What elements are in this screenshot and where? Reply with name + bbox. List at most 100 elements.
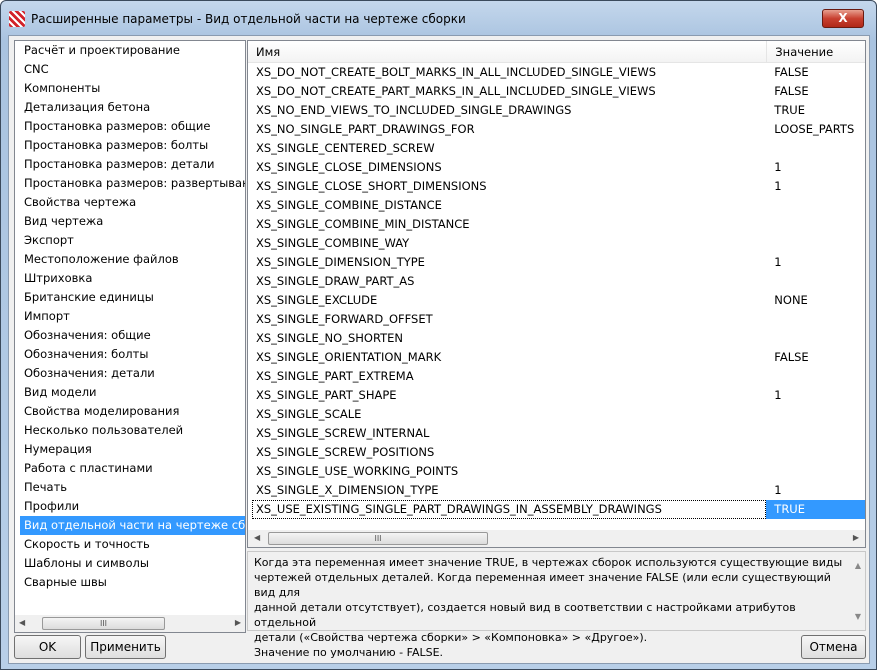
category-item[interactable]: Расчёт и проектирование: [15, 41, 245, 60]
row-value[interactable]: 1: [766, 481, 865, 500]
category-item[interactable]: Вид чертежа: [15, 212, 245, 231]
row-value[interactable]: 1: [766, 158, 865, 177]
row-value[interactable]: [766, 329, 865, 348]
apply-button[interactable]: Применить: [85, 635, 166, 659]
category-hscrollbar[interactable]: ◀ III ▶: [15, 615, 245, 632]
category-item[interactable]: Вид модели: [15, 383, 245, 402]
table-row[interactable]: XS_SINGLE_COMBINE_WAY: [252, 234, 865, 253]
table-row[interactable]: XS_SINGLE_EXCLUDE NONE: [252, 291, 865, 310]
scroll-left-icon[interactable]: ◀: [19, 618, 25, 627]
table-row[interactable]: XS_SINGLE_ORIENTATION_MARK FALSE: [252, 348, 865, 367]
table-row[interactable]: XS_NO_END_VIEWS_TO_INCLUDED_SINGLE_DRAWI…: [252, 101, 865, 120]
table-row[interactable]: XS_NO_SINGLE_PART_DRAWINGS_FOR LOOSE_PART…: [252, 120, 865, 139]
category-item[interactable]: Свойства моделирования: [15, 402, 245, 421]
table-row[interactable]: XS_SINGLE_CLOSE_DIMENSIONS 1: [252, 158, 865, 177]
row-value[interactable]: FALSE: [766, 63, 865, 82]
table-row[interactable]: XS_SINGLE_USE_WORKING_POINTS: [252, 462, 865, 481]
table-row[interactable]: XS_SINGLE_DIMENSION_TYPE 1: [252, 253, 865, 272]
dialog-window: Расширенные параметры - Вид отдельной ча…: [0, 0, 877, 670]
row-value[interactable]: LOOSE_PARTS: [766, 120, 865, 139]
row-name: XS_SINGLE_DRAW_PART_AS: [256, 274, 415, 288]
category-item[interactable]: Местоположение файлов: [15, 250, 245, 269]
table-row[interactable]: XS_SINGLE_COMBINE_MIN_DISTANCE: [252, 215, 865, 234]
column-header-value[interactable]: Значение: [766, 41, 865, 62]
table-row[interactable]: XS_SINGLE_X_DIMENSION_TYPE 1: [252, 481, 865, 500]
category-item[interactable]: Работа с пластинами: [15, 459, 245, 478]
app-icon: [9, 11, 25, 27]
category-item[interactable]: Несколько пользователей: [15, 421, 245, 440]
category-item[interactable]: Простановка размеров: общие: [15, 117, 245, 136]
category-item[interactable]: CNC: [15, 60, 245, 79]
scroll-up-icon[interactable]: ▲: [855, 558, 861, 573]
category-item[interactable]: Скорость и точность: [15, 535, 245, 554]
table-hscrollbar[interactable]: ◀ III ▶: [248, 530, 865, 547]
row-value[interactable]: TRUE: [766, 500, 865, 519]
scroll-thumb[interactable]: III: [42, 617, 165, 630]
scroll-down-icon[interactable]: ▼: [855, 609, 861, 624]
category-item[interactable]: Обозначения: болты: [15, 345, 245, 364]
column-header-name[interactable]: Имя: [248, 41, 766, 62]
table-row[interactable]: XS_SINGLE_DRAW_PART_AS: [252, 272, 865, 291]
category-item[interactable]: Штриховка: [15, 269, 245, 288]
row-value[interactable]: FALSE: [766, 82, 865, 101]
row-value[interactable]: [766, 405, 865, 424]
row-value[interactable]: [766, 443, 865, 462]
row-value[interactable]: [766, 234, 865, 253]
category-item[interactable]: Шаблоны и символы: [15, 554, 245, 573]
category-item[interactable]: Простановка размеров: болты: [15, 136, 245, 155]
row-value[interactable]: FALSE: [766, 348, 865, 367]
row-value[interactable]: [766, 310, 865, 329]
row-value[interactable]: 1: [766, 253, 865, 272]
table-row[interactable]: XS_SINGLE_SCALE: [252, 405, 865, 424]
scroll-thumb[interactable]: III: [268, 532, 488, 545]
scroll-left-icon[interactable]: ◀: [254, 533, 260, 542]
category-item[interactable]: Свойства чертежа: [15, 193, 245, 212]
row-value[interactable]: [766, 367, 865, 386]
row-value[interactable]: [766, 272, 865, 291]
table-row[interactable]: XS_DO_NOT_CREATE_BOLT_MARKS_IN_ALL_INCLU…: [252, 63, 865, 82]
category-item[interactable]: Импорт: [15, 307, 245, 326]
category-item[interactable]: Обозначения: общие: [15, 326, 245, 345]
category-item[interactable]: Простановка размеров: детали: [15, 155, 245, 174]
table-row[interactable]: XS_SINGLE_SCREW_POSITIONS: [252, 443, 865, 462]
row-name: XS_NO_END_VIEWS_TO_INCLUDED_SINGLE_DRAWI…: [256, 103, 572, 117]
table-row[interactable]: XS_SINGLE_CLOSE_SHORT_DIMENSIONS 1: [252, 177, 865, 196]
table-row[interactable]: XS_SINGLE_SCREW_INTERNAL: [252, 424, 865, 443]
scroll-right-icon[interactable]: ▶: [853, 533, 859, 542]
category-item[interactable]: Обозначения: детали: [15, 364, 245, 383]
table-row[interactable]: XS_USE_EXISTING_SINGLE_PART_DRAWINGS_IN_…: [252, 500, 865, 519]
table-row[interactable]: XS_SINGLE_PART_SHAPE 1: [252, 386, 865, 405]
ok-button[interactable]: OK: [14, 635, 81, 659]
row-value[interactable]: TRUE: [766, 101, 865, 120]
description-box[interactable]: Когда эта переменная имеет значение TRUE…: [247, 551, 866, 659]
row-value[interactable]: [766, 196, 865, 215]
table-row[interactable]: XS_SINGLE_FORWARD_OFFSET: [252, 310, 865, 329]
close-button[interactable]: X: [822, 9, 864, 28]
table-row[interactable]: XS_SINGLE_PART_EXTREMA: [252, 367, 865, 386]
category-item[interactable]: Детализация бетона: [15, 98, 245, 117]
row-value[interactable]: [766, 215, 865, 234]
table-row[interactable]: XS_SINGLE_COMBINE_DISTANCE: [252, 196, 865, 215]
category-item[interactable]: Простановка размеров: развертывание: [15, 174, 245, 193]
row-value[interactable]: 1: [766, 386, 865, 405]
category-item[interactable]: Сварные швы: [15, 573, 245, 592]
category-item[interactable]: Профили: [15, 497, 245, 516]
category-item[interactable]: Экспорт: [15, 231, 245, 250]
row-value[interactable]: [766, 424, 865, 443]
row-value[interactable]: [766, 139, 865, 158]
table-row[interactable]: XS_DO_NOT_CREATE_PART_MARKS_IN_ALL_INCLU…: [252, 82, 865, 101]
cancel-button[interactable]: Отмена: [801, 635, 866, 659]
category-item[interactable]: Вид отдельной части на чертеже сборки: [20, 516, 245, 535]
scroll-right-icon[interactable]: ▶: [235, 618, 241, 627]
category-item[interactable]: Британские единицы: [15, 288, 245, 307]
category-item[interactable]: Нумерация: [15, 440, 245, 459]
table-row[interactable]: XS_SINGLE_NO_SHORTEN: [252, 329, 865, 348]
row-value[interactable]: NONE: [766, 291, 865, 310]
title-bar: Расширенные параметры - Вид отдельной ча…: [9, 8, 466, 30]
category-item[interactable]: Компоненты: [15, 79, 245, 98]
row-name: XS_SINGLE_SCREW_POSITIONS: [256, 445, 435, 459]
row-value[interactable]: [766, 462, 865, 481]
category-item[interactable]: Печать: [15, 478, 245, 497]
row-value[interactable]: 1: [766, 177, 865, 196]
table-row[interactable]: XS_SINGLE_CENTERED_SCREW: [252, 139, 865, 158]
